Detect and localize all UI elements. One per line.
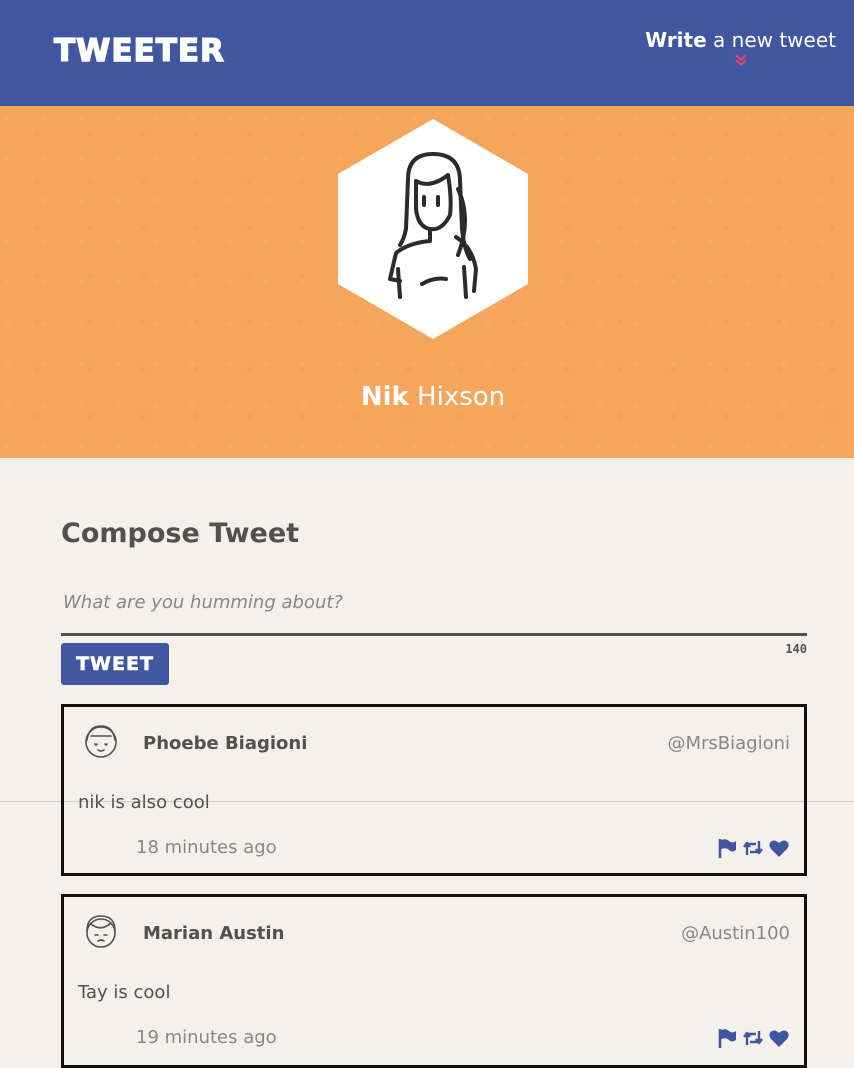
tweet-content: Tay is cool	[78, 982, 171, 1003]
compose-section: Compose Tweet TWEET 140	[61, 518, 807, 685]
tweet-card: Phoebe Biagioni @MrsBiagioni nik is also…	[61, 704, 807, 876]
tweet-card: Marian Austin @Austin100 Tay is cool 19 …	[61, 894, 807, 1068]
tweet-avatar-icon	[86, 915, 116, 948]
tweet-author-name: Phoebe Biagioni	[143, 733, 308, 754]
tweet-submit-button[interactable]: TWEET	[61, 643, 169, 685]
profile-banner: Nik Hixson	[0, 106, 854, 458]
profile-first-name: Nik	[360, 382, 409, 412]
write-new-tweet-strong: Write	[645, 28, 707, 52]
tweet-author-name: Marian Austin	[143, 923, 285, 944]
write-new-tweet-rest: a new tweet	[706, 28, 836, 52]
profile-name: Nik Hixson	[0, 382, 854, 412]
tweet-timestamp: 19 minutes ago	[136, 1027, 277, 1048]
profile-avatar	[338, 119, 528, 339]
navbar: TWEETER Write a new tweet	[0, 0, 854, 106]
heart-icon[interactable]	[768, 1027, 790, 1049]
retweet-icon[interactable]	[742, 1027, 764, 1049]
tweet-author-handle: @MrsBiagioni	[667, 733, 790, 754]
write-new-tweet-toggle[interactable]: Write a new tweet	[645, 28, 836, 68]
char-counter: 140	[785, 642, 807, 656]
tweet-avatar-icon	[85, 725, 117, 758]
flag-icon[interactable]	[716, 837, 738, 859]
heart-icon[interactable]	[768, 837, 790, 859]
app-logo[interactable]: TWEETER	[53, 32, 225, 69]
compose-title: Compose Tweet	[61, 518, 300, 549]
tweet-timestamp: 18 minutes ago	[136, 837, 277, 858]
retweet-icon[interactable]	[742, 837, 764, 859]
tweet-author-handle: @Austin100	[681, 923, 790, 944]
tweet-actions	[716, 837, 790, 859]
tweet-input[interactable]	[61, 588, 807, 636]
tweet-actions	[716, 1027, 790, 1049]
flag-icon[interactable]	[716, 1027, 738, 1049]
profile-last-name: Hixson	[408, 382, 506, 412]
tweet-content: nik is also cool	[78, 792, 210, 813]
double-chevron-down-icon[interactable]	[733, 52, 749, 68]
